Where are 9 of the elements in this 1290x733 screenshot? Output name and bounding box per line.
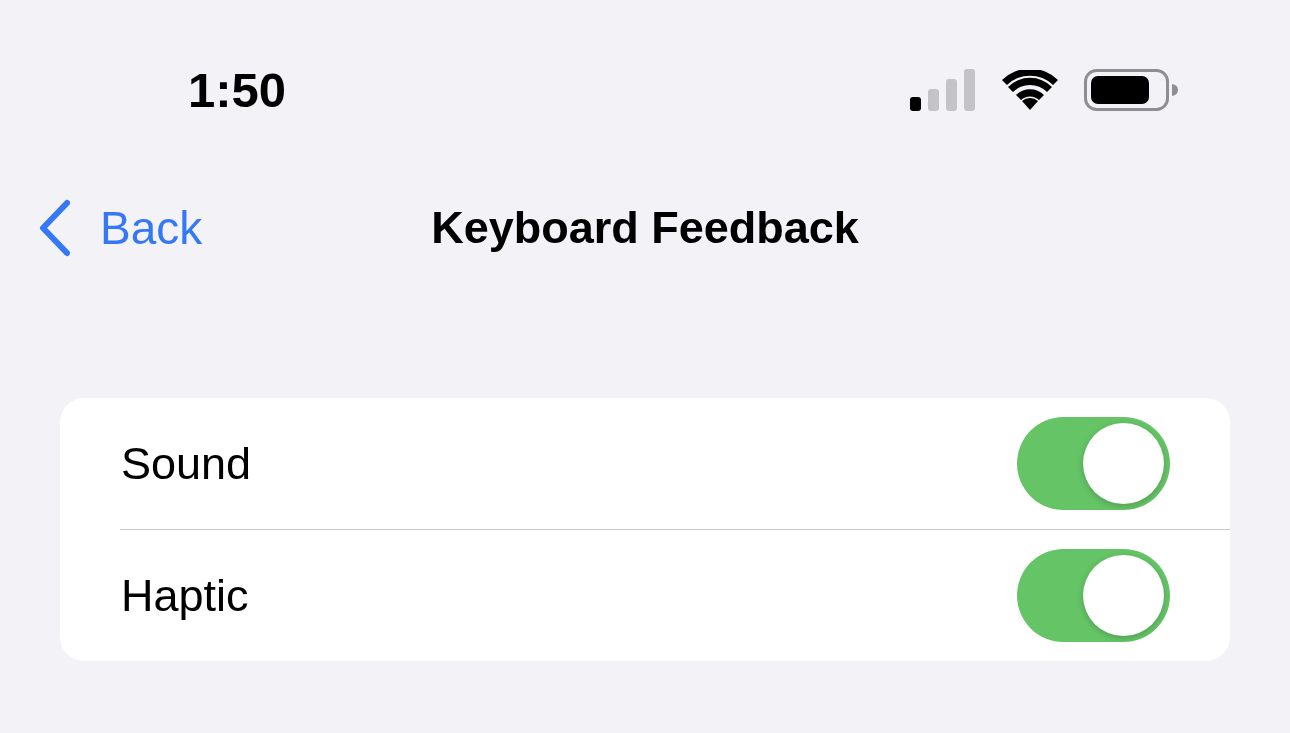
- wifi-icon: [1002, 70, 1058, 110]
- back-button[interactable]: Back: [38, 199, 203, 257]
- clock-time: 1:50: [188, 62, 287, 118]
- battery-icon: [1084, 69, 1178, 111]
- setting-label: Haptic: [121, 569, 249, 622]
- chevron-left-icon: [38, 199, 72, 257]
- signal-icon: [910, 69, 976, 111]
- page-title: Keyboard Feedback: [431, 202, 859, 254]
- setting-label: Sound: [121, 437, 252, 490]
